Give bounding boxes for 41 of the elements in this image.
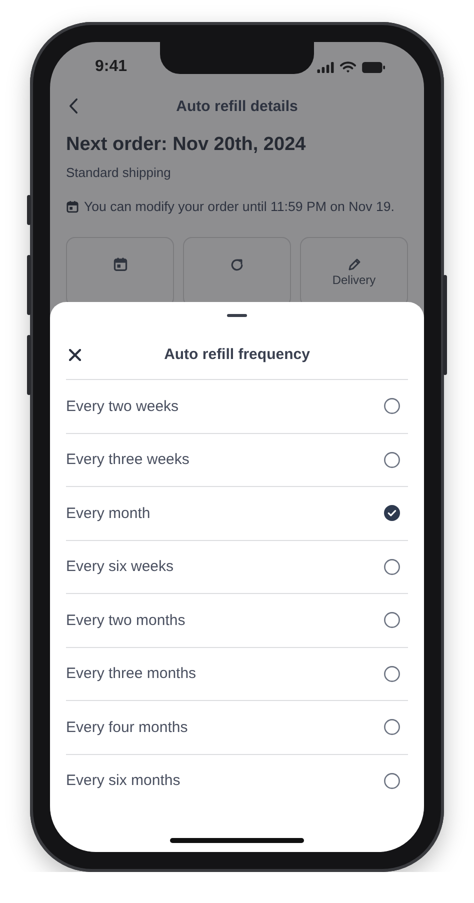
radio-icon[interactable] <box>384 398 400 414</box>
option-label: Every three months <box>66 665 196 682</box>
calendar-icon <box>66 200 79 213</box>
action-label: Delivery <box>332 273 376 287</box>
radio-icon[interactable] <box>384 719 400 736</box>
radio-icon[interactable] <box>384 612 400 628</box>
option-row[interactable]: Every month <box>66 487 408 540</box>
calendar-icon <box>112 257 128 271</box>
radio-icon[interactable] <box>384 666 400 682</box>
wifi-icon <box>340 61 356 73</box>
battery-icon <box>362 62 386 72</box>
option-label: Every six months <box>66 772 180 790</box>
shipping-text: Standard shipping <box>66 165 172 180</box>
option-row[interactable]: Every four months <box>66 701 408 754</box>
status-time: 9:41 <box>95 58 128 76</box>
signal-icon <box>317 62 334 72</box>
option-label: Every month <box>66 504 150 522</box>
option-label: Every four months <box>66 718 188 736</box>
option-row[interactable]: Every three weeks <box>66 434 408 487</box>
drag-handle[interactable] <box>227 314 247 317</box>
radio-icon[interactable] <box>384 772 400 789</box>
radio-checked-icon[interactable] <box>384 505 400 522</box>
option-row[interactable]: Every six weeks <box>66 540 408 594</box>
back-icon[interactable] <box>69 98 78 114</box>
option-label: Every two weeks <box>66 398 179 415</box>
option-row[interactable]: Every three months <box>66 648 408 701</box>
option-label: Every three weeks <box>66 451 190 468</box>
refresh-icon <box>229 257 245 273</box>
pencil-icon <box>346 257 362 272</box>
close-icon[interactable] <box>69 349 81 361</box>
option-label: Every six weeks <box>66 558 174 576</box>
option-row[interactable]: Every two months <box>66 594 408 648</box>
sheet-title: Auto refill frequency <box>164 346 310 362</box>
page-title: Auto refill details <box>176 98 298 114</box>
radio-icon[interactable] <box>384 558 400 575</box>
option-row[interactable]: Every six months <box>66 754 408 807</box>
radio-icon[interactable] <box>384 452 400 468</box>
option-row[interactable]: Every two weeks <box>66 380 408 434</box>
order-heading: Next order: Nov 20th, 2024 <box>66 134 307 156</box>
option-label: Every two months <box>66 612 186 629</box>
notice-text: You can modify your order until 11:59 PM on Nov 19. <box>84 199 394 214</box>
